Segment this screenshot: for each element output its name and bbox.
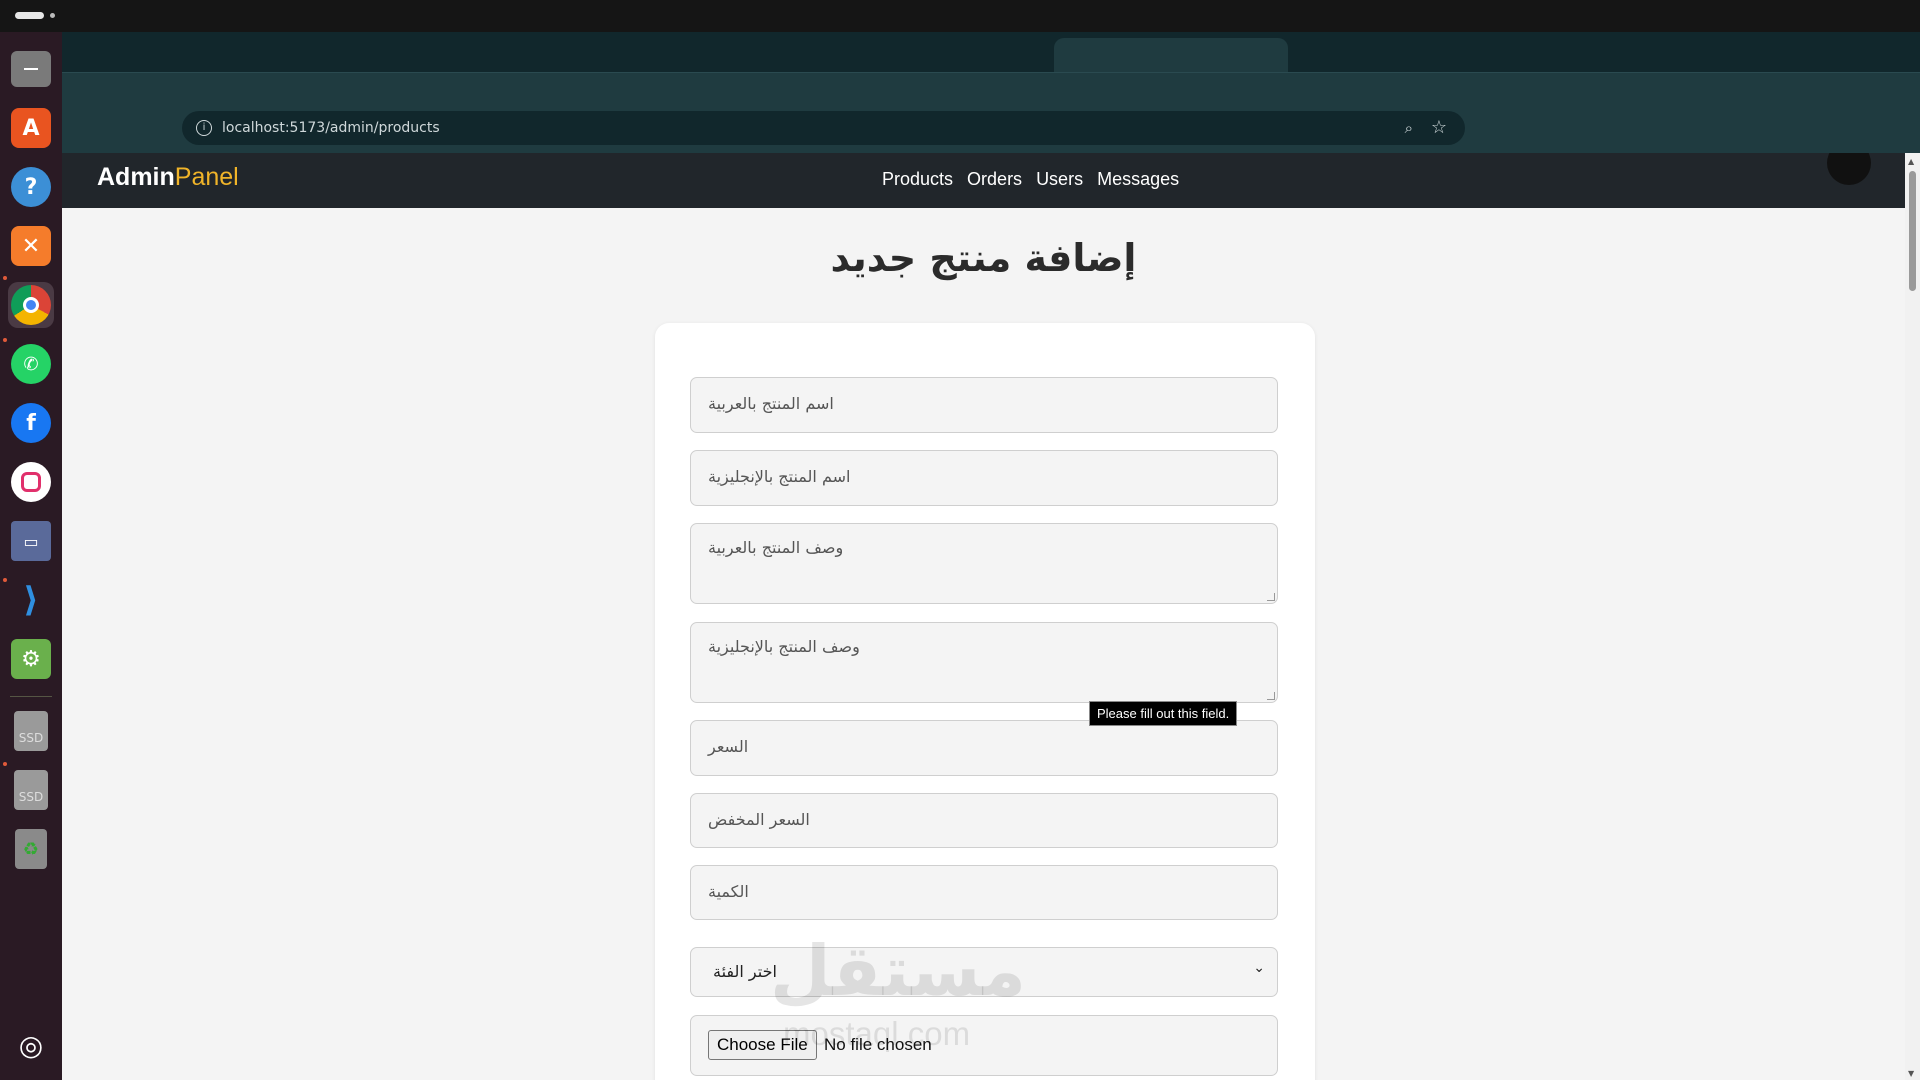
help-icon[interactable]: ? [8, 164, 54, 210]
price-placeholder: السعر [708, 737, 749, 756]
scroll-down-arrow-icon[interactable]: ▼ [1908, 1069, 1914, 1078]
running-indicator [3, 338, 7, 342]
browser-window: i localhost:5173/admin/products ⌕ ☆ Admi… [62, 32, 1920, 1080]
address-bar[interactable]: i localhost:5173/admin/products ⌕ ☆ [182, 111, 1465, 145]
running-indicator [3, 276, 7, 280]
trash-icon[interactable]: ♻ [8, 826, 54, 872]
quantity-input[interactable]: الكمية [690, 865, 1278, 920]
nav-links: Products Orders Users Messages [882, 169, 1179, 190]
nav-link-products[interactable]: Products [882, 169, 953, 190]
sale-price-placeholder: السعر المخفض [708, 810, 810, 829]
ssd-drive-icon[interactable]: SSD [8, 708, 54, 754]
ssd-drive-icon[interactable]: SSD [8, 767, 54, 813]
tab-strip [62, 32, 1920, 72]
category-selected-value: اختر الفئة [713, 962, 777, 981]
desc-en-textarea[interactable]: وصف المنتج بالإنجليزية [690, 622, 1278, 703]
admin-navbar: AdminPanel Products Orders Users Message… [62, 153, 1905, 208]
dock-separator [10, 696, 52, 697]
watermark-latin: mostaql.com [783, 1015, 971, 1052]
image-file-input: Choose File No file chosen [690, 1015, 1278, 1076]
facebook-icon[interactable]: f [8, 400, 54, 446]
validation-tooltip: Please fill out this field. [1089, 701, 1238, 726]
xampp-icon[interactable]: ✕ [8, 223, 54, 269]
browser-toolbar: i localhost:5173/admin/products ⌕ ☆ [62, 72, 1920, 153]
brand-accent-text: Panel [174, 163, 239, 191]
scroll-up-arrow-icon[interactable]: ▲ [1908, 157, 1914, 166]
name-en-input[interactable]: اسم المنتج بالإنجليزية [690, 450, 1278, 506]
instagram-icon[interactable] [8, 459, 54, 505]
price-input[interactable]: السعر [690, 720, 1278, 776]
ubuntu-icon[interactable]: ◎ [8, 1022, 54, 1068]
chrome-icon[interactable] [8, 282, 54, 328]
workspace-indicator[interactable] [15, 12, 44, 19]
nav-link-orders[interactable]: Orders [967, 169, 1022, 190]
desc-en-placeholder: وصف المنتج بالإنجليزية [708, 637, 860, 656]
site-info-icon[interactable]: i [196, 120, 212, 136]
nav-link-messages[interactable]: Messages [1097, 169, 1179, 190]
zoom-icon[interactable]: ⌕ [1405, 119, 1413, 137]
resize-handle[interactable] [1267, 692, 1275, 700]
resize-handle[interactable] [1267, 593, 1275, 601]
avatar[interactable] [1827, 153, 1871, 185]
name-ar-placeholder: اسم المنتج بالعربية [708, 394, 834, 413]
remote-desktop-icon[interactable]: ▭ [8, 518, 54, 564]
quantity-placeholder: الكمية [708, 882, 749, 901]
chevron-down-icon: ⌄ [1253, 960, 1265, 976]
running-indicator [3, 762, 7, 766]
files-icon[interactable] [8, 46, 54, 92]
watermark-arabic: مستقل [770, 930, 1027, 1012]
page-title: إضافة منتج جديد [830, 236, 1137, 280]
app-center-icon[interactable]: A [8, 105, 54, 151]
brand-main-text: Admin [97, 163, 175, 191]
desc-ar-textarea[interactable]: وصف المنتج بالعربية [690, 523, 1278, 604]
desc-ar-placeholder: وصف المنتج بالعربية [708, 538, 844, 557]
active-tab[interactable] [1054, 38, 1288, 72]
application-dock: A ? ✕ ✆ f ▭ ⟩ ⚙ SSD SSD ♻ ◎ [0, 32, 62, 1080]
nav-link-users[interactable]: Users [1036, 169, 1083, 190]
vscode-icon[interactable]: ⟩ [8, 577, 54, 623]
url-text[interactable]: localhost:5173/admin/products [222, 120, 440, 136]
system-top-bar [0, 0, 1920, 32]
page-scrollbar[interactable]: ▲ ▼ [1905, 153, 1920, 1080]
scrollbar-thumb[interactable] [1909, 171, 1916, 291]
brand-logo[interactable]: AdminPanel [97, 163, 239, 192]
bookmark-star-icon[interactable]: ☆ [1431, 117, 1447, 138]
workspace-dot[interactable] [50, 13, 55, 18]
name-ar-input[interactable]: اسم المنتج بالعربية [690, 377, 1278, 433]
sale-price-input[interactable]: السعر المخفض [690, 793, 1278, 848]
name-en-placeholder: اسم المنتج بالإنجليزية [708, 467, 851, 486]
running-indicator [3, 578, 7, 582]
whatsapp-icon[interactable]: ✆ [8, 341, 54, 387]
android-studio-icon[interactable]: ⚙ [8, 636, 54, 682]
